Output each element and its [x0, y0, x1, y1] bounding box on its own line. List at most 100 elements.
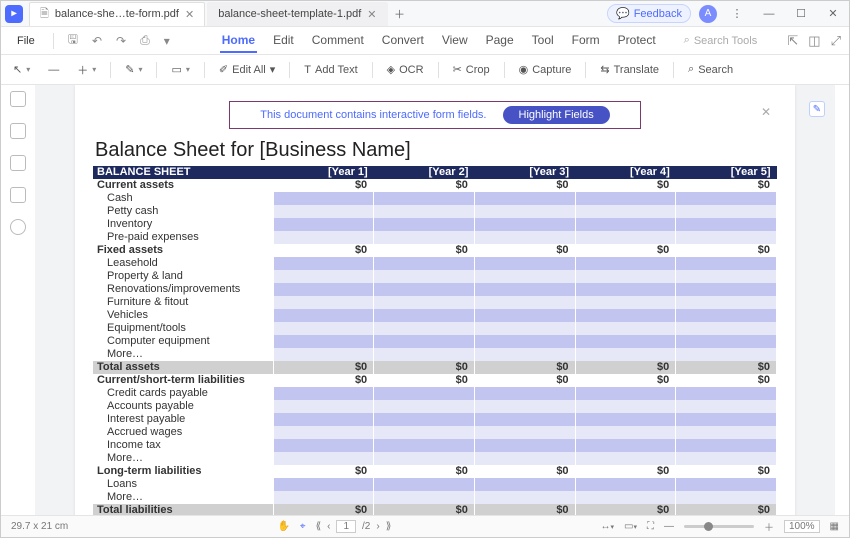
- close-icon[interactable]: ✕: [367, 8, 376, 21]
- ocr-icon: ◈: [387, 63, 395, 76]
- save-icon[interactable]: 🖫: [64, 30, 82, 51]
- hdr-y3: [Year 3]: [474, 166, 575, 179]
- cloud-icon[interactable]: ◫: [808, 33, 820, 49]
- print-icon[interactable]: ⎙: [136, 33, 154, 48]
- menu-tabs: Home Edit Comment Convert View Page Tool…: [220, 29, 658, 53]
- hdr-title: BALANCE SHEET: [93, 166, 273, 179]
- feedback-label: Feedback: [634, 8, 682, 20]
- camera-icon: ◉: [519, 63, 529, 76]
- tab-1[interactable]: 🗎 balance-she…te-form.pdf ✕: [29, 2, 205, 26]
- expand-icon[interactable]: ⤢: [831, 33, 841, 49]
- page-layout-icon[interactable]: ▭▾: [624, 521, 637, 532]
- highlight-fields-button[interactable]: Highlight Fields: [503, 106, 610, 124]
- search-tools[interactable]: ⌕ Search Tools: [684, 34, 758, 47]
- zoom-slider[interactable]: [684, 525, 754, 528]
- close-button[interactable]: ✕: [821, 2, 845, 26]
- pdf-icon: 🗎: [40, 5, 49, 24]
- app-logo: ▸: [5, 5, 23, 23]
- page-input[interactable]: 1: [336, 520, 356, 533]
- maximize-button[interactable]: ☐: [789, 2, 813, 26]
- balance-sheet-table: BALANCE SHEET [Year 1] [Year 2] [Year 3]…: [93, 166, 777, 515]
- prev-page-icon[interactable]: ‹: [327, 521, 330, 532]
- total-assets: Total assets: [93, 361, 273, 374]
- last-page-icon[interactable]: ⟫: [386, 521, 392, 532]
- undo-icon[interactable]: ↶: [88, 34, 106, 48]
- select-tool-icon[interactable]: ⌖: [300, 521, 306, 532]
- menu-tab-home[interactable]: Home: [220, 29, 257, 53]
- share-icon[interactable]: ⇱: [787, 33, 798, 49]
- fit-width-icon[interactable]: ↔▾: [600, 521, 614, 532]
- feedback-button[interactable]: 💬 Feedback: [607, 4, 691, 23]
- text-icon: T: [304, 64, 311, 76]
- section-current-assets: Current assets: [93, 179, 273, 192]
- crop-button[interactable]: ✂ Crop: [449, 61, 494, 78]
- crop-label: Crop: [466, 64, 490, 76]
- first-page-icon[interactable]: ⟪: [316, 521, 322, 532]
- menu-tab-page[interactable]: Page: [484, 29, 516, 53]
- file-menu[interactable]: File: [9, 33, 43, 49]
- minimize-button[interactable]: —: [757, 2, 781, 26]
- comments-icon[interactable]: [10, 219, 26, 235]
- capture-label: Capture: [532, 64, 571, 76]
- translate-label: Translate: [614, 64, 659, 76]
- rect-tool[interactable]: ▭▾: [167, 63, 193, 76]
- hdr-y1: [Year 1]: [273, 166, 374, 179]
- ocr-label: OCR: [399, 64, 423, 76]
- add-text-button[interactable]: T Add Text: [300, 62, 361, 78]
- left-rail: [1, 85, 35, 515]
- kebab-icon[interactable]: ⋮: [725, 2, 749, 26]
- highlighter-tool[interactable]: ✎▾: [121, 63, 146, 76]
- tab-1-label: balance-she…te-form.pdf: [55, 8, 179, 20]
- section-cst-liab: Current/short-term liabilities: [93, 374, 273, 387]
- layers-icon[interactable]: [10, 187, 26, 203]
- close-icon[interactable]: ✕: [185, 8, 194, 21]
- cursor-tool[interactable]: ↖▾: [9, 63, 34, 76]
- menu-tab-protect[interactable]: Protect: [616, 29, 658, 53]
- reading-mode-icon[interactable]: ▦: [830, 521, 839, 532]
- search-icon: ⌕: [684, 34, 690, 47]
- zoom-value[interactable]: 100%: [784, 520, 820, 533]
- bookmark-icon[interactable]: [10, 123, 26, 139]
- menu-tab-tool[interactable]: Tool: [530, 29, 556, 53]
- edit-all-button[interactable]: ✐Edit All▾: [215, 61, 279, 78]
- chevron-down-icon[interactable]: ▾: [160, 34, 174, 48]
- tab-2-label: balance-sheet-template-1.pdf: [218, 8, 361, 20]
- page-title: Balance Sheet for [Business Name]: [95, 139, 777, 162]
- redo-icon[interactable]: ↷: [112, 34, 130, 48]
- zoom-out-icon[interactable]: —: [664, 521, 674, 532]
- edit-all-icon: ✐: [219, 63, 228, 76]
- translate-button[interactable]: ⇆Translate: [596, 61, 663, 78]
- menu-tab-comment[interactable]: Comment: [310, 29, 366, 53]
- form-banner: This document contains interactive form …: [229, 101, 640, 129]
- chat-icon: 💬: [616, 7, 630, 20]
- capture-button[interactable]: ◉Capture: [515, 61, 576, 78]
- next-page-icon[interactable]: ›: [376, 521, 379, 532]
- menu-tab-edit[interactable]: Edit: [271, 29, 296, 53]
- edit-all-label: Edit All: [232, 64, 266, 76]
- menu-tab-form[interactable]: Form: [570, 29, 602, 53]
- ocr-button[interactable]: ◈ OCR: [383, 61, 428, 78]
- tab-2[interactable]: balance-sheet-template-1.pdf ✕: [207, 2, 387, 26]
- zoom-in-icon[interactable]: ＋: [764, 519, 774, 534]
- hdr-y4: [Year 4]: [575, 166, 676, 179]
- fullscreen-icon[interactable]: ⛶: [647, 521, 654, 532]
- thumbnails-icon[interactable]: [10, 91, 26, 107]
- cursor-icon: ↖: [13, 63, 22, 76]
- hand-tool-icon[interactable]: ✋: [277, 521, 289, 532]
- search-button[interactable]: ⌕Search: [684, 61, 737, 78]
- menu-tab-view[interactable]: View: [440, 29, 470, 53]
- add-text-label: Add Text: [315, 64, 358, 76]
- zoom-plus[interactable]: ＋▾: [73, 62, 100, 78]
- avatar[interactable]: A: [699, 5, 717, 23]
- menu-tab-convert[interactable]: Convert: [380, 29, 426, 53]
- page-dimensions: 29.7 x 21 cm: [11, 521, 68, 532]
- attachment-icon[interactable]: [10, 155, 26, 171]
- banner-close-icon[interactable]: ✕: [761, 105, 771, 119]
- banner-text: This document contains interactive form …: [260, 109, 486, 121]
- search-icon: ⌕: [688, 63, 694, 76]
- zoom-minus[interactable]: —: [44, 64, 63, 76]
- form-badge-icon[interactable]: ✎: [809, 101, 825, 117]
- crop-icon: ✂: [453, 63, 462, 76]
- hdr-y2: [Year 2]: [374, 166, 475, 179]
- new-tab-button[interactable]: ＋: [390, 6, 410, 22]
